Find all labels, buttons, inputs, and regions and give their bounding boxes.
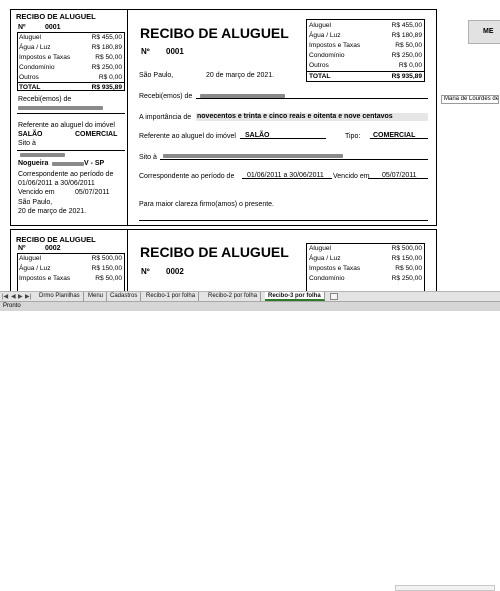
main2-row-condominio: Condomínio R$ 250,00 [309, 275, 422, 282]
stub-row-condominio: Condomínio R$ 250,00 [19, 64, 122, 71]
stub-address-redacted [20, 153, 65, 157]
receipt-title: RECIBO DE ALUGUEL [140, 25, 289, 41]
main-row-aluguel: Aluguel R$ 455,00 [309, 22, 422, 29]
site-label: Sito à [139, 154, 157, 161]
importance-value[interactable]: novecentos e trinta e cinco reais e oite… [196, 113, 428, 121]
sheet-tab-bar: |◀ ◀ ▶ ▶| Drmo Planilhas Menu Cadastros … [0, 291, 500, 591]
property-value: SALÃO [245, 132, 270, 139]
stub-due-label: Vencido em [18, 189, 55, 196]
stub2-number: 0002 [45, 245, 61, 252]
main-row-total: TOTAL R$ 935,89 [307, 71, 425, 80]
address-redacted [163, 154, 343, 158]
status-bar: Pronto [0, 301, 500, 311]
stub-period-label: Correspondente ao período de [18, 171, 114, 178]
status-text: Pronto [3, 303, 21, 309]
stub-line [17, 113, 125, 114]
stub-row-outros: Outros R$ 0,00 [19, 74, 122, 81]
stub-received-label: Recebi(emos) de [18, 96, 72, 103]
main-row-outros: Outros R$ 0,00 [309, 62, 422, 69]
main2-row-aluguel: Aluguel R$ 500,00 [309, 245, 422, 252]
stub-values-table: Aluguel R$ 455,00 Água / Luz R$ 180,89 Imp… [17, 33, 125, 91]
main2-row-impostos: Impostos e Taxas R$ 50,00 [309, 265, 422, 272]
receipt2-title: RECIBO DE ALUGUEL [140, 244, 289, 260]
receipt-number: 0001 [166, 47, 184, 56]
stub-row-total: TOTAL R$ 935,89 [17, 82, 125, 91]
receipt-number-label: Nº [141, 47, 150, 56]
type-value: COMERCIAL [373, 132, 416, 139]
side-note: Maria de Lourdes de Oli [441, 95, 499, 104]
stub-row-agua-luz: Água / Luz R$ 180,89 [19, 44, 122, 51]
main-row-condominio: Condomínio R$ 250,00 [309, 52, 422, 59]
tab-drmo-planilhas[interactable]: Drmo Planilhas [36, 292, 84, 301]
stub-city: São Paulo, [18, 199, 53, 206]
stub-due-date: 05/07/2011 [75, 189, 110, 196]
stub2-row-agua-luz: Água / Luz R$ 150,00 [19, 265, 122, 272]
stub2-row-impostos: Impostos e Taxas R$ 50,00 [19, 275, 122, 282]
first-sheet-icon[interactable]: |◀ [2, 293, 8, 300]
type-label: Tipo: [345, 133, 361, 140]
stub-row-aluguel: Aluguel R$ 455,00 [19, 34, 122, 41]
main-values-table: Aluguel R$ 455,00 Água / Luz R$ 180,89 Imp… [307, 21, 425, 81]
period-value: 01/06/2011 a 30/06/2011 [247, 172, 324, 179]
stub2-row-aluguel: Aluguel R$ 500,00 [19, 255, 122, 262]
stub2-values-table: Aluguel R$ 500,00 Água / Luz R$ 150,00 Imp… [17, 254, 125, 291]
prev-sheet-icon[interactable]: ◀ [11, 293, 16, 300]
tab-cadastros[interactable]: Cadastros [107, 292, 142, 301]
period-label: Correspondente ao período de [139, 173, 235, 180]
receipt-2-divider [127, 229, 128, 291]
stub-payer-redacted [18, 106, 103, 110]
city-label: São Paulo, [139, 72, 174, 79]
clarity-label: Para maior clareza firmo(amos) o present… [139, 201, 274, 208]
reference-label: Referente ao aluguel do imóvel [139, 133, 236, 140]
stub2-title: RECIBO DE ALUGUEL [16, 235, 96, 244]
stub-title: RECIBO DE ALUGUEL [16, 12, 96, 21]
stub2-number-label: Nº [18, 245, 26, 252]
main2-row-agua-luz: Água / Luz R$ 150,00 [309, 255, 422, 262]
due-label: Vencido em [333, 173, 370, 180]
payer-name-redacted [200, 94, 285, 98]
insert-sheet-icon[interactable] [330, 293, 338, 300]
last-sheet-icon[interactable]: ▶| [25, 293, 31, 300]
receipt2-number-label: Nº [141, 267, 150, 276]
stub-property: SALÃO [18, 131, 43, 138]
stub-line-2 [17, 150, 125, 151]
tab-menu[interactable]: Menu [85, 292, 108, 301]
stub-type: COMERCIAL [75, 131, 118, 138]
importance-label: A importância de [139, 114, 192, 121]
stub-address-city: V - SP [84, 160, 105, 167]
menu-macro-button[interactable]: ME [468, 20, 500, 44]
main-row-impostos: Impostos e Taxas R$ 50,00 [309, 42, 422, 49]
next-sheet-icon[interactable]: ▶ [18, 293, 23, 300]
tab-recibo-1[interactable]: Recibo-1 por folha [143, 292, 200, 301]
signature-line [139, 220, 428, 221]
city-date: 20 de março de 2021. [206, 72, 275, 79]
stub-site-label: Sito à [18, 140, 36, 147]
tab-recibo-3[interactable]: Recibo-3 por folha [265, 292, 325, 301]
receipt2-number: 0002 [166, 267, 184, 276]
tab-recibo-2[interactable]: Recibo-2 por folha [205, 292, 262, 301]
horizontal-scrollbar[interactable] [395, 585, 495, 591]
main2-values-table: Aluguel R$ 500,00 Água / Luz R$ 150,00 Imp… [307, 244, 425, 291]
received-from-label: Recebi(emos) de [139, 93, 193, 100]
stub-number: 0001 [45, 24, 61, 31]
due-value: 05/07/2011 [382, 172, 417, 179]
stub-period: 01/06/2011 a 30/06/2011 [18, 180, 95, 187]
main-row-agua-luz: Água / Luz R$ 180,89 [309, 32, 422, 39]
stub-address-tail: Nogueira [18, 160, 49, 167]
stub-reference-label: Referente ao aluguel do imóvel [18, 122, 115, 129]
stub-number-label: Nº [18, 24, 26, 31]
stub-date: 20 de março de 2021. [18, 208, 87, 215]
stub-row-impostos: Impostos e Taxas R$ 50,00 [19, 54, 122, 61]
stub-address-redacted-2 [52, 162, 84, 166]
receipt-1-divider [127, 9, 128, 226]
